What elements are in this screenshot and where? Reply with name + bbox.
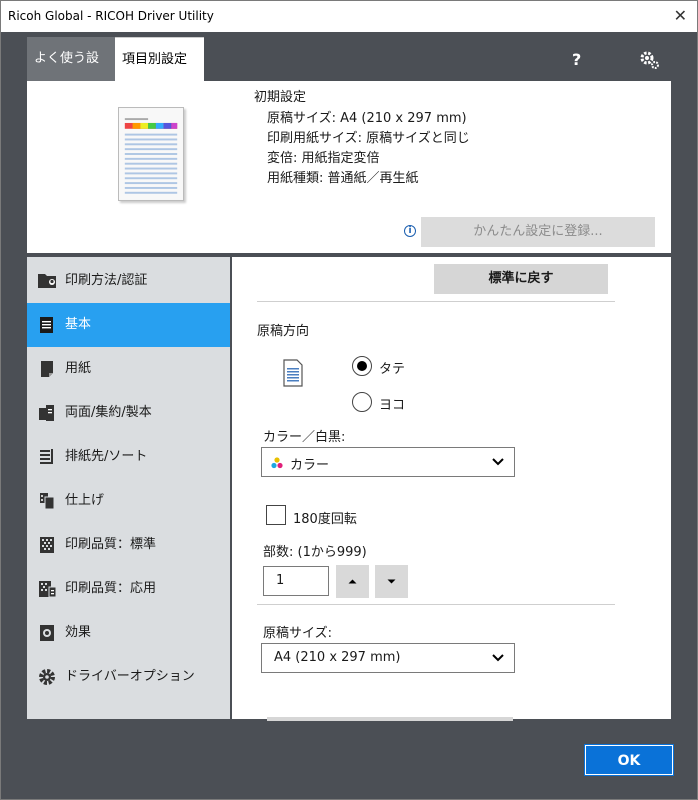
gear-icon: [39, 669, 55, 685]
rotate-180-checkbox[interactable]: [266, 505, 286, 525]
sidebar-item-label: 印刷品質：応用: [65, 581, 157, 596]
sidebar-item-label: 仕上げ: [65, 493, 105, 508]
duplex-icon: [39, 405, 54, 421]
summary-line: 用紙種類: 普通紙／再生紙: [267, 171, 419, 186]
tab-favorites[interactable]: よく使う設定: [27, 37, 115, 110]
settings-summary-panel: 初期設定 原稿サイズ: A4 (210 x 297 mm) 印刷用紙サイズ: 原…: [27, 81, 671, 253]
portrait-document-icon: [283, 359, 303, 387]
sidebar-item-driver-options[interactable]: ドライバーオプション: [27, 655, 230, 699]
quality-standard-icon: [40, 537, 54, 553]
sidebar-item-label: 印刷品質：標準: [65, 537, 157, 552]
sidebar-item-label: 効果: [65, 625, 92, 640]
summary-details: 原稿サイズ: A4 (210 x 297 mm) 印刷用紙サイズ: 原稿サイズと…: [267, 109, 470, 189]
sidebar-item-label: 用紙: [65, 361, 92, 376]
portrait-label: タテ: [379, 362, 406, 377]
color-mode-label: カラー／白黒:: [263, 430, 346, 445]
info-icon[interactable]: i: [404, 225, 416, 237]
sidebar-item-duplex[interactable]: 両面/集約/製本: [27, 391, 230, 435]
paper-size-value: A4 (210 x 297 mm): [274, 650, 401, 665]
settings-content-panel: 標準に戻す 原稿方向 タテ ヨコ カラー／白黒: カラー 180度回転 部数: …: [232, 257, 671, 721]
sidebar-item-label: 印刷方法/認証: [65, 273, 148, 288]
sidebar-item-basic[interactable]: 基本: [27, 303, 230, 347]
close-icon[interactable]: ✕: [674, 6, 687, 25]
copies-decrement-button[interactable]: [375, 565, 408, 598]
caret-down-icon: [387, 579, 396, 584]
document-icon: [40, 317, 53, 333]
output-tray-icon: [40, 449, 53, 464]
sidebar-item-label: 両面/集約/製本: [65, 405, 152, 420]
sidebar-item-paper[interactable]: 用紙: [27, 347, 230, 391]
sidebar-item-label: ドライバーオプション: [65, 669, 195, 684]
paper-icon: [41, 361, 53, 377]
quality-advanced-icon: [39, 581, 57, 598]
sidebar-item-quality-standard[interactable]: 印刷品質：標準: [27, 523, 230, 567]
sidebar-item-finishing[interactable]: 仕上げ: [27, 479, 230, 523]
settings-gear-icon[interactable]: [639, 49, 661, 71]
orientation-landscape-radio[interactable]: [352, 392, 372, 412]
sidebar-item-quality-advanced[interactable]: 印刷品質：応用: [27, 567, 230, 611]
chevron-down-icon: [492, 654, 504, 662]
category-sidebar: 印刷方法/認証 基本 用紙 両面/集約/製本 排紙先/ソート 仕上げ 印刷品質：…: [27, 257, 230, 719]
window-title: Ricoh Global - RICOH Driver Utility: [8, 9, 214, 23]
app-window: Ricoh Global - RICOH Driver Utility ✕ よく…: [0, 0, 698, 800]
summary-line: 変倍: 用紙指定変倍: [267, 151, 380, 166]
register-quick-setting-button[interactable]: かんたん設定に登録...: [421, 217, 655, 247]
copies-increment-button[interactable]: [336, 565, 369, 598]
effect-icon: [40, 625, 54, 641]
tab-bar: よく使う設定 項目別設定 ?: [27, 37, 671, 110]
color-mode-value: カラー: [290, 458, 330, 473]
copies-input[interactable]: 1: [263, 566, 329, 596]
ok-button[interactable]: OK: [584, 744, 674, 776]
summary-line: 印刷用紙サイズ: 原稿サイズと同じ: [267, 131, 470, 146]
help-icon[interactable]: ?: [572, 50, 581, 69]
divider: [257, 301, 615, 302]
sidebar-item-output[interactable]: 排紙先/ソート: [27, 435, 230, 479]
paper-size-label: 原稿サイズ:: [263, 626, 332, 641]
summary-title: 初期設定: [254, 90, 307, 105]
landscape-label: ヨコ: [379, 398, 406, 413]
reset-defaults-button[interactable]: 標準に戻す: [434, 264, 608, 294]
copies-label: 部数: (1から999): [263, 545, 367, 560]
title-bar: Ricoh Global - RICOH Driver Utility ✕: [1, 1, 697, 32]
finishing-icon: [40, 493, 55, 510]
orientation-portrait-radio[interactable]: [352, 356, 372, 376]
sidebar-item-label: 排紙先/ソート: [65, 449, 148, 464]
sidebar-item-print-method[interactable]: 印刷方法/認証: [27, 259, 230, 303]
sidebar-item-effect[interactable]: 効果: [27, 611, 230, 655]
orientation-label: 原稿方向: [257, 324, 310, 339]
page-preview-icon: [118, 107, 184, 201]
divider: [257, 604, 615, 605]
color-mode-select[interactable]: カラー: [261, 447, 515, 477]
tab-by-category[interactable]: 項目別設定: [115, 37, 204, 81]
color-dots-icon: [271, 457, 283, 469]
sidebar-item-label: 基本: [65, 317, 92, 332]
summary-line: 原稿サイズ: A4 (210 x 297 mm): [267, 111, 467, 126]
caret-up-icon: [348, 579, 357, 584]
paper-size-select[interactable]: A4 (210 x 297 mm): [261, 643, 515, 673]
rotate-180-label: 180度回転: [293, 512, 357, 527]
chevron-down-icon: [492, 458, 504, 466]
partially-visible-control: [267, 717, 513, 721]
folder-user-icon: [38, 274, 56, 288]
